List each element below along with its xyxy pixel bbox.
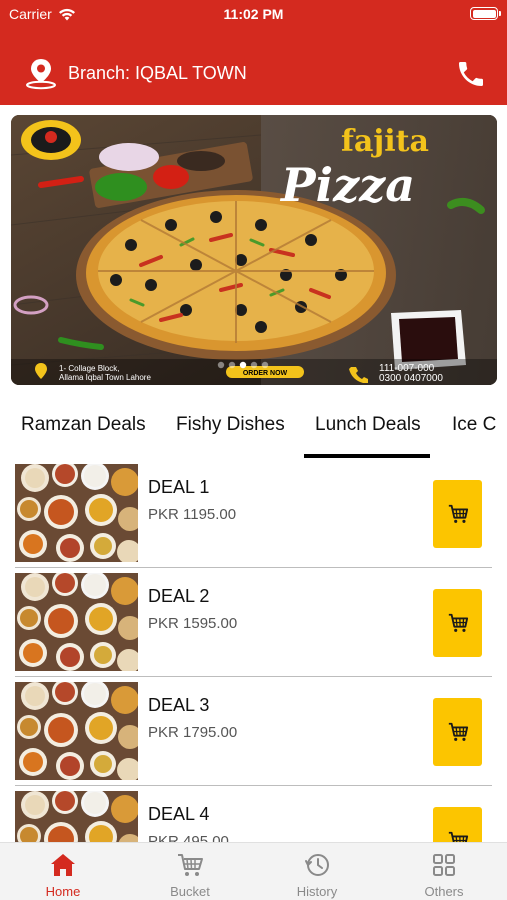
banner-title-line2: Pizza (279, 158, 415, 212)
home-icon (51, 854, 75, 876)
tab-history-label: History (296, 884, 338, 899)
cart-icon (448, 613, 468, 632)
add-to-cart-button[interactable] (433, 589, 482, 657)
tab-ice-cream[interactable]: Ice C (452, 414, 496, 436)
deal-price: PKR 1595.00 (148, 615, 238, 632)
phone-icon[interactable] (455, 58, 487, 90)
tab-fishy-dishes[interactable]: Fishy Dishes (176, 414, 285, 436)
list-item[interactable]: DEAL 4 PKR 495.00 (15, 789, 492, 842)
promo-banner[interactable]: fajita Pizza 1- Collage Block, Allama Iq… (11, 115, 497, 385)
branch-label: Branch: IQBAL TOWN (68, 62, 247, 83)
tab-bucket-label: Bucket (170, 884, 210, 899)
battery-icon (470, 7, 501, 20)
clock-icon (305, 854, 329, 876)
page-dot[interactable] (217, 361, 225, 369)
banner-title-line1: fajita (341, 124, 429, 159)
deal-name: DEAL 2 (148, 586, 210, 606)
page-dot[interactable] (261, 361, 269, 369)
divider (15, 676, 492, 677)
cart-icon (448, 504, 468, 523)
deal-name: DEAL 4 (148, 804, 210, 824)
cart-icon (178, 854, 203, 876)
deal-list[interactable]: DEAL 1 PKR 1195.00 DEAL 2 PKR 1595.00 DE… (0, 462, 507, 842)
deal-image (15, 464, 138, 562)
deal-price: PKR 1795.00 (148, 724, 238, 741)
tab-others[interactable]: Others (381, 843, 507, 900)
deal-image (15, 573, 138, 671)
branch-selector[interactable]: Branch: IQBAL TOWN (24, 56, 247, 90)
brand-logo (21, 120, 81, 160)
banner-phone-line2: 0300 0407000 (379, 373, 443, 384)
tab-ramzan-deals[interactable]: Ramzan Deals (21, 414, 146, 436)
list-item[interactable]: DEAL 2 PKR 1595.00 (15, 571, 492, 671)
divider (15, 567, 492, 568)
tab-bucket[interactable]: Bucket (127, 843, 253, 900)
tab-history[interactable]: History (254, 843, 380, 900)
tab-home-label: Home (45, 884, 81, 899)
add-to-cart-button[interactable] (433, 807, 482, 842)
page-dot[interactable] (228, 361, 236, 369)
deal-name: DEAL 1 (148, 477, 210, 497)
status-bar: Carrier 11:02 PM (0, 0, 507, 30)
deal-name: DEAL 3 (148, 695, 210, 715)
cart-icon (448, 722, 468, 741)
grid-icon (433, 854, 455, 876)
page-dot[interactable] (250, 361, 258, 369)
bottom-tab-bar: Home Bucket History Others (0, 842, 507, 900)
add-to-cart-button[interactable] (433, 698, 482, 766)
banner-order-label: ORDER NOW (243, 370, 288, 377)
deal-image (15, 791, 138, 842)
list-item[interactable]: DEAL 1 PKR 1195.00 (15, 462, 492, 562)
status-time: 11:02 PM (223, 6, 284, 22)
deal-price: PKR 1195.00 (148, 506, 237, 523)
deal-image (15, 682, 138, 780)
divider (15, 785, 492, 786)
tab-others-label: Others (424, 884, 464, 899)
location-pin-icon (26, 59, 56, 90)
tab-home[interactable]: Home (0, 843, 126, 900)
list-item[interactable]: DEAL 3 PKR 1795.00 (15, 680, 492, 780)
banner-address-line1: 1- Collage Block, (59, 364, 119, 373)
tab-lunch-deals[interactable]: Lunch Deals (315, 414, 421, 436)
page-dot[interactable] (239, 361, 247, 369)
add-to-cart-button[interactable] (433, 480, 482, 548)
category-tabs: Ramzan Deals Fishy Dishes Lunch Deals Ic… (0, 400, 507, 460)
app-header: Carrier 11:02 PM Branch: IQBAL TOWN (0, 0, 507, 105)
banner-address-line2: Allama Iqbal Town Lahore (59, 373, 151, 382)
active-tab-indicator (304, 454, 430, 458)
deal-price: PKR 495.00 (148, 833, 229, 842)
cart-icon (448, 831, 468, 842)
